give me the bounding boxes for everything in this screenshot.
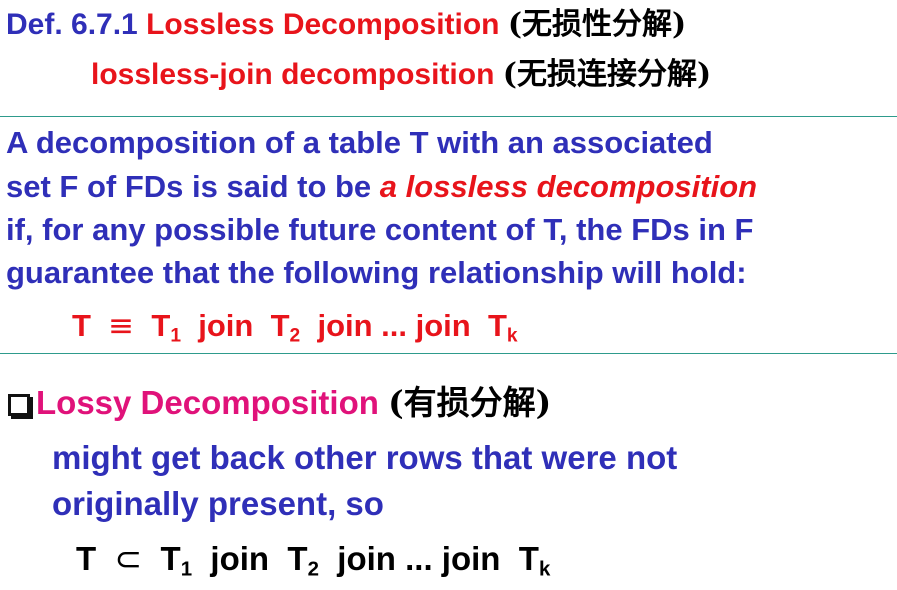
formula1-t: T — [72, 308, 91, 343]
lossy-title: Lossy Decomposition — [36, 384, 379, 421]
body-line-4: guarantee that the following relationshi… — [6, 255, 747, 290]
definition-number: Def. 6.7.1 — [6, 8, 138, 41]
body-line-2-text: set F of FDs is said to be — [6, 169, 380, 204]
definition-title: Lossless Decomposition — [146, 8, 500, 41]
lossless-term: a lossless decomposition — [379, 169, 758, 204]
formula2-t2: T — [287, 540, 308, 577]
formula2-t1: T — [160, 540, 181, 577]
divider-bottom — [0, 353, 897, 354]
equivalence-symbol: ≡ — [108, 308, 135, 344]
subset-symbol: ⊂ — [114, 539, 143, 578]
formula2-sub2: 2 — [307, 557, 319, 581]
divider-top — [0, 116, 897, 117]
checkbox-bullet-icon — [8, 394, 30, 416]
formula1-join2: join ... join — [317, 308, 471, 343]
formula2-t: T — [76, 540, 97, 577]
definition-header: Def. 6.7.1 Lossless Decomposition (无损性分解… — [6, 10, 686, 40]
body-line-2: set F of FDs is said to be a lossless de… — [6, 171, 757, 202]
formula2-subk: k — [538, 557, 551, 581]
formula1-tk: T — [487, 308, 507, 343]
formula1-sub2: 2 — [289, 325, 301, 347]
body-line-1: A decomposition of a table T with an ass… — [6, 125, 713, 160]
lossy-line-2: originally present, so — [52, 485, 384, 522]
definition-alt-title: lossless-join decomposition — [91, 58, 495, 91]
formula1-t2: T — [270, 308, 290, 343]
lossless-formula: T ≡ T1 join T2 join ... join Tk — [72, 308, 518, 345]
lossy-line-1: might get back other rows that were not — [52, 439, 678, 476]
lossy-formula: T ⊂ T1 join T2 join ... join Tk — [76, 539, 550, 579]
formula2-sub1: 1 — [180, 557, 193, 581]
definition-alt-title-cn: (无损连接分解) — [502, 57, 712, 92]
definition-title-cn: (无损性分解) — [507, 7, 687, 42]
formula1-sub1: 1 — [170, 325, 182, 347]
formula1-subk: k — [506, 325, 518, 347]
formula2-tk: T — [518, 540, 539, 577]
formula2-join1: join — [210, 540, 270, 577]
body-line-3: if, for any possible future content of T… — [6, 212, 754, 247]
lossy-title-cn: (有损分解) — [388, 383, 552, 422]
definition-alt-header: lossless-join decomposition (无损连接分解) — [91, 60, 711, 90]
lossy-header: Lossy Decomposition (有损分解) — [8, 386, 551, 419]
formula1-join1: join — [198, 308, 254, 343]
formula2-join2: join ... join — [337, 540, 501, 577]
formula1-t1: T — [151, 308, 171, 343]
